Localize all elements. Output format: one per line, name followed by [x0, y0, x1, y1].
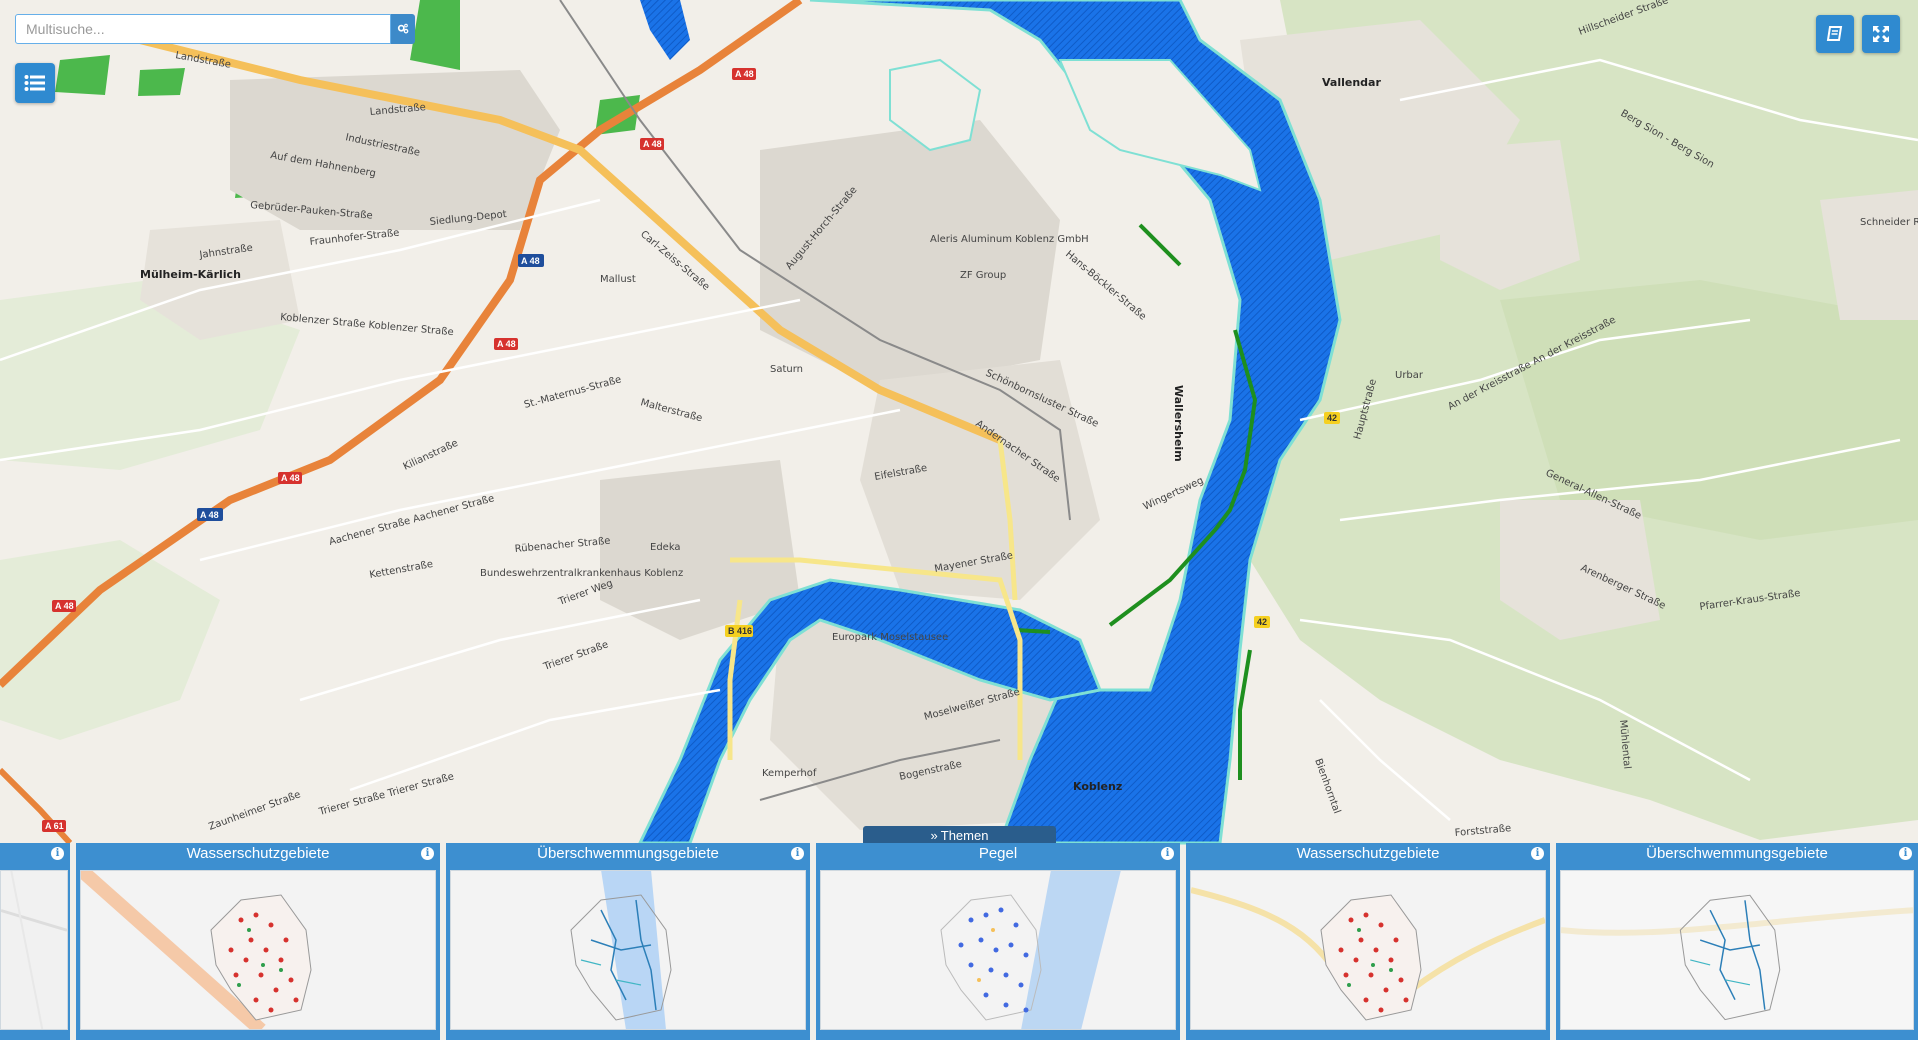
label-wallersheim: Wallersheim [1172, 385, 1185, 462]
cogs-icon [397, 23, 409, 34]
label-muelheim-kaerlich: Mülheim-Kärlich [140, 268, 241, 281]
card-thumbnail [450, 870, 806, 1030]
multisearch-input[interactable] [15, 14, 391, 44]
card-thumbnail [80, 870, 436, 1030]
label-schneider-re: Schneider Re [1860, 217, 1918, 228]
theme-card-ueberschwemmungsgebiete[interactable]: Überschwemmungsgebiete i [446, 843, 810, 1040]
shield-a48-5: A 48 [281, 473, 300, 483]
theme-card-pegel[interactable]: Pegel i [816, 843, 1180, 1040]
info-icon[interactable]: i [1899, 847, 1912, 860]
themen-label: Themen [940, 827, 989, 843]
card-thumbnail [820, 870, 1176, 1030]
shield-a48-3: A 48 [521, 256, 540, 266]
card-title: Wasserschutzgebiete [1296, 845, 1440, 862]
shield-a48-6: A 48 [200, 510, 219, 520]
card-title: Überschwemmungsgebiete [537, 845, 719, 862]
shield-b416: B 416 [728, 626, 752, 636]
card-title: Pegel [978, 845, 1018, 862]
legend-button[interactable] [1816, 15, 1854, 53]
label-zf-group: ZF Group [960, 270, 1006, 281]
info-icon[interactable]: i [1161, 847, 1174, 860]
shield-a48-7: A 48 [55, 601, 74, 611]
theme-card-partial[interactable]: i [0, 843, 70, 1040]
label-aleris: Aleris Aluminum Koblenz GmbH [930, 234, 1089, 245]
fullscreen-button[interactable] [1862, 15, 1900, 53]
label-mallust: Mallust [600, 274, 636, 285]
info-icon[interactable]: i [791, 847, 804, 860]
shield-a61: A 61 [45, 821, 64, 831]
list-icon [24, 75, 45, 91]
label-europark: Europark Moselstausee [832, 632, 948, 643]
label-urbar: Urbar [1395, 370, 1424, 381]
card-thumbnail [0, 870, 68, 1030]
info-icon[interactable]: i [1531, 847, 1544, 860]
label-bundeswehr: Bundeswehrzentralkrankenhaus Koblenz [480, 568, 683, 579]
theme-card-wasserschutzgebiete-2[interactable]: Wasserschutzgebiete i [1186, 843, 1550, 1040]
label-edeka: Edeka [650, 542, 681, 553]
card-thumbnail [1560, 870, 1914, 1030]
shield-b42-2: 42 [1257, 617, 1267, 627]
expand-icon [1873, 26, 1889, 42]
label-saturn: Saturn [770, 364, 803, 375]
label-vallendar: Vallendar [1322, 76, 1381, 89]
layer-list-button[interactable] [15, 63, 55, 103]
shield-a48-2: A 48 [643, 139, 662, 149]
card-title: Wasserschutzgebiete [186, 845, 330, 862]
theme-card-wasserschutzgebiete[interactable]: Wasserschutzgebiete i [76, 843, 440, 1040]
book-icon [1826, 26, 1843, 41]
chevron-double-down-icon: » [930, 827, 938, 843]
shield-a48-4: A 48 [497, 339, 516, 349]
label-koblenz: Koblenz [1073, 780, 1122, 793]
card-thumbnail [1190, 870, 1546, 1030]
info-icon[interactable]: i [51, 847, 64, 860]
theme-card-ueberschwemmungsgebiete-2[interactable]: Überschwemmungsgebiete i [1556, 843, 1918, 1040]
shield-b42-1: 42 [1327, 413, 1337, 423]
search-options-button[interactable] [391, 14, 415, 44]
shield-a48-1: A 48 [735, 69, 754, 79]
card-title: Überschwemmungsgebiete [1646, 845, 1828, 862]
label-kemperhof: Kemperhof [762, 768, 817, 779]
info-icon[interactable]: i [421, 847, 434, 860]
themen-toggle[interactable]: » Themen [863, 826, 1056, 844]
